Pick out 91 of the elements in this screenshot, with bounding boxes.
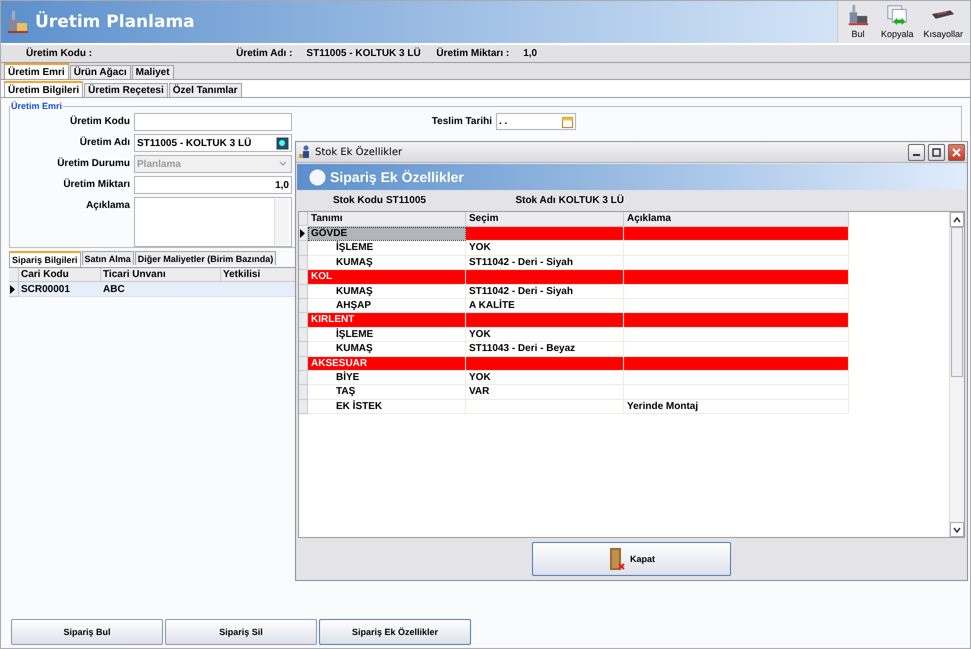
minimize-icon bbox=[913, 154, 920, 156]
info-value: 1,0 bbox=[523, 48, 538, 59]
field-label: Üretim Kodu bbox=[69, 114, 130, 127]
info-label: Stok Kodu bbox=[332, 195, 383, 206]
dialog-title: Stok Ek Özellikler bbox=[315, 146, 404, 158]
tab[interactable]: Satın Alma bbox=[82, 251, 134, 265]
column-header[interactable]: Ticari Unvanı bbox=[101, 268, 221, 282]
window-title: Üretim Planlama bbox=[35, 12, 195, 32]
table-cell: AHŞAP bbox=[308, 298, 466, 314]
info-label: Üretim Kodu : bbox=[26, 48, 92, 59]
table-cell: ABC bbox=[101, 282, 221, 297]
action-button[interactable]: Sipariş Ek Özellikler bbox=[319, 619, 471, 645]
scroll-down-icon[interactable] bbox=[953, 526, 961, 532]
row-pointer-icon bbox=[299, 229, 305, 238]
info-label: Üretim Adı : bbox=[236, 48, 292, 59]
close-button[interactable] bbox=[948, 144, 965, 160]
table-cell: KUMAŞ bbox=[308, 284, 466, 299]
table-cell: YOK bbox=[466, 370, 624, 386]
table-cell: İŞLEME bbox=[308, 241, 466, 256]
info-value: ST11005 - KOLTUK 3 LÜ bbox=[306, 48, 421, 59]
field-label: Üretim Durumu bbox=[56, 156, 130, 169]
table-cell: ST11042 - Deri - Siyah bbox=[466, 256, 624, 270]
info-value: KOLTUK 3 LÜ bbox=[558, 195, 624, 206]
circle-icon bbox=[309, 168, 326, 186]
input-field[interactable]: ST11005 - KOLTUK 3 LÜ bbox=[134, 134, 292, 152]
table-cell: YOK bbox=[466, 241, 624, 256]
info-label: Üretim Miktarı : bbox=[436, 48, 510, 59]
tab[interactable]: Ürün Ağacı bbox=[70, 65, 131, 79]
header-corner bbox=[9, 268, 19, 282]
info-label: Stok Adı bbox=[515, 195, 556, 206]
table-cell: İŞLEME bbox=[308, 328, 466, 342]
tab[interactable]: Diğer Maliyetler (Birim Bazında) bbox=[134, 251, 276, 265]
maximize-icon bbox=[932, 148, 941, 156]
table-cell: Yerinde Montaj bbox=[624, 400, 849, 414]
input-field[interactable] bbox=[134, 197, 292, 247]
minimize-button[interactable] bbox=[908, 144, 925, 160]
table-cell: ST11043 - Deri - Beyaz bbox=[466, 342, 624, 357]
action-button[interactable]: Sipariş Bul bbox=[11, 619, 163, 645]
door-icon bbox=[608, 547, 626, 571]
column-header[interactable]: Seçim bbox=[466, 212, 624, 227]
close-icon bbox=[952, 148, 961, 156]
row-pointer-icon bbox=[9, 284, 15, 294]
tab[interactable]: Sipariş Bilgileri bbox=[9, 251, 81, 267]
tab[interactable]: Üretim Emri bbox=[4, 63, 69, 79]
dialog-heading: Sipariş Ek Özellikler bbox=[330, 169, 464, 185]
figure-icon bbox=[298, 145, 312, 159]
header-corner bbox=[299, 212, 308, 226]
column-header[interactable]: Cari Kodu bbox=[19, 268, 101, 282]
scrollbar[interactable] bbox=[949, 212, 964, 537]
table-cell: KUMAŞ bbox=[308, 342, 466, 357]
maximize-button[interactable] bbox=[928, 144, 945, 160]
table-cell: YOK bbox=[466, 328, 624, 342]
table-cell: A KALİTE bbox=[466, 298, 624, 314]
table-cell: KUMAŞ bbox=[308, 256, 466, 270]
table-cell: KIRLENT bbox=[308, 313, 466, 328]
scroll-up-icon[interactable] bbox=[953, 216, 961, 222]
tab[interactable]: Üretim Bilgileri bbox=[4, 81, 84, 97]
column-header[interactable]: Tanımı bbox=[308, 212, 466, 227]
table-cell: VAR bbox=[466, 385, 624, 400]
table-cell: TAŞ bbox=[308, 385, 466, 400]
column-header[interactable]: Açıklama bbox=[624, 212, 849, 227]
field-label: Üretim Adı bbox=[78, 136, 130, 148]
action-button[interactable]: Sipariş Sil bbox=[165, 619, 317, 645]
table-cell: KOL bbox=[308, 270, 466, 285]
table-cell: SCR00001 bbox=[19, 282, 101, 297]
tab[interactable]: Maliyet bbox=[132, 65, 174, 79]
input-field[interactable]: 1,0 bbox=[134, 176, 292, 194]
info-value: ST11005 bbox=[386, 195, 426, 206]
scrollbar[interactable] bbox=[274, 199, 289, 245]
tab[interactable]: Özel Tanımlar bbox=[168, 83, 242, 97]
close-dialog-button[interactable]: Kapat bbox=[532, 542, 731, 576]
group-title: Üretim Emri bbox=[10, 101, 64, 111]
calendar-icon[interactable] bbox=[562, 116, 573, 128]
tab[interactable]: Üretim Reçetesi bbox=[84, 83, 168, 97]
toolbar-button[interactable]: Kısayollar bbox=[920, 3, 966, 41]
field-label: Üretim Miktarı bbox=[62, 178, 130, 190]
factory-icon bbox=[7, 10, 29, 34]
row-indicator[interactable] bbox=[299, 227, 308, 242]
table-cell: GÖVDE bbox=[308, 227, 466, 242]
field-label: Açıklama bbox=[85, 199, 130, 211]
date-field[interactable]: . . bbox=[496, 113, 576, 130]
table-cell: EK İSTEK bbox=[308, 400, 466, 414]
table-cell: ST11042 - Deri - Siyah bbox=[466, 284, 624, 299]
row-indicator[interactable] bbox=[9, 282, 19, 297]
input-field[interactable] bbox=[134, 113, 292, 131]
table-cell: AKSESUAR bbox=[308, 356, 466, 371]
table-cell: BİYE bbox=[308, 370, 466, 386]
field-label: Teslim Tarihi bbox=[430, 115, 492, 127]
toolbar-button[interactable]: Bul bbox=[842, 3, 874, 41]
lookup-icon[interactable] bbox=[276, 136, 289, 150]
toolbar-button[interactable]: Kopyala bbox=[878, 3, 916, 41]
